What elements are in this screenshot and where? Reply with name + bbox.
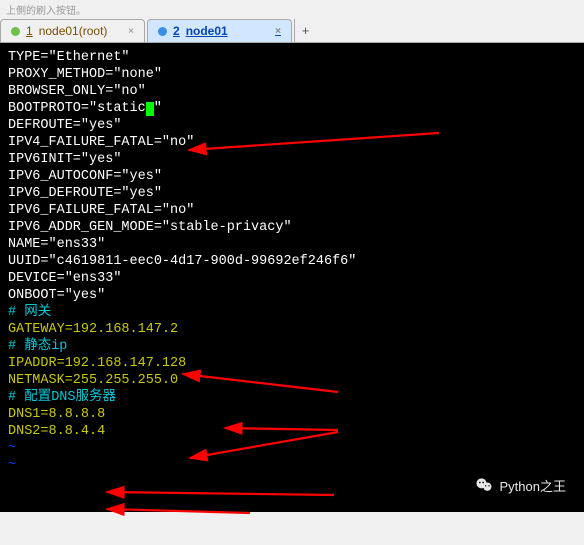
terminal-text: NETMASK=255.255.255.0: [8, 373, 178, 388]
terminal-line: TYPE="Ethernet": [8, 49, 576, 66]
terminal-text: # 网关: [8, 305, 51, 320]
terminal-line: UUID="c4619811-eec0-4d17-900d-99692ef246…: [8, 253, 576, 270]
terminal-text: DEVICE="ens33": [8, 271, 121, 286]
watermark: Python之王: [474, 475, 566, 495]
terminal-text: DEFROUTE="yes": [8, 118, 121, 133]
terminal-line: IPV4_FAILURE_FATAL="no": [8, 134, 576, 151]
terminal-text: IPADDR=192.168.147.128: [8, 356, 186, 371]
terminal-line: # 网关: [8, 304, 576, 321]
terminal-line: # 静态ip: [8, 338, 576, 355]
tab-node01-root[interactable]: 1 node01(root) ×: [0, 19, 145, 42]
close-icon[interactable]: ×: [275, 26, 281, 37]
terminal-text: IPV4_FAILURE_FATAL="no": [8, 135, 194, 150]
status-dot-icon: [11, 27, 20, 36]
terminal-line: NETMASK=255.255.255.0: [8, 372, 576, 389]
terminal-text: UUID="c4619811-eec0-4d17-900d-99692ef246…: [8, 254, 356, 269]
tab-index: 1: [26, 24, 33, 38]
terminal-text: IPV6_AUTOCONF="yes": [8, 169, 162, 184]
terminal-line: IPV6_ADDR_GEN_MODE="stable-privacy": [8, 219, 576, 236]
terminal-text: # 静态ip: [8, 339, 67, 354]
terminal-line: BROWSER_ONLY="no": [8, 83, 576, 100]
terminal-line: ONBOOT="yes": [8, 287, 576, 304]
terminal-line: BOOTPROTO="static ": [8, 100, 576, 117]
terminal-line: IPV6_DEFROUTE="yes": [8, 185, 576, 202]
new-tab-button[interactable]: +: [294, 19, 316, 42]
close-icon[interactable]: ×: [128, 26, 134, 37]
terminal-output[interactable]: TYPE="Ethernet" PROXY_METHOD="none" BROWSE…: [0, 43, 584, 512]
terminal-text: IPV6_DEFROUTE="yes": [8, 186, 162, 201]
terminal-line: GATEWAY=192.168.147.2: [8, 321, 576, 338]
terminal-line: ~: [8, 457, 576, 474]
terminal-line: NAME="ens33": [8, 236, 576, 253]
terminal-line: DEFROUTE="yes": [8, 117, 576, 134]
terminal-line: DNS1=8.8.8.8: [8, 406, 576, 423]
terminal-text: DNS2=8.8.4.4: [8, 424, 105, 439]
window-caption: 上側的刷入按钮。: [0, 0, 584, 19]
tab-label: node01: [186, 24, 228, 38]
wechat-icon: [474, 475, 494, 495]
terminal-line: # 配置DNS服务器: [8, 389, 576, 406]
terminal-text: DNS1=8.8.8.8: [8, 407, 105, 422]
terminal-text: IPV6INIT="yes": [8, 152, 121, 167]
terminal-text: GATEWAY=192.168.147.2: [8, 322, 178, 337]
terminal-line: IPV6_FAILURE_FATAL="no": [8, 202, 576, 219]
terminal-text: ~: [8, 458, 16, 473]
tab-node01[interactable]: 2 node01 ×: [147, 19, 292, 42]
terminal-text: ~: [8, 441, 16, 456]
terminal-line: IPV6INIT="yes": [8, 151, 576, 168]
terminal-text: BOOTPROTO="static: [8, 101, 146, 116]
terminal-text: NAME="ens33": [8, 237, 105, 252]
terminal-text: IPV6_ADDR_GEN_MODE="stable-privacy": [8, 220, 292, 235]
cursor-block: [146, 102, 154, 116]
watermark-label: Python之王: [500, 476, 566, 495]
terminal-line: IPV6_AUTOCONF="yes": [8, 168, 576, 185]
terminal-text: ONBOOT="yes": [8, 288, 105, 303]
tab-bar: 1 node01(root) × 2 node01 × +: [0, 19, 584, 43]
terminal-line: DEVICE="ens33": [8, 270, 576, 287]
terminal-line: PROXY_METHOD="none": [8, 66, 576, 83]
terminal-text: PROXY_METHOD="none": [8, 67, 162, 82]
status-dot-icon: [158, 27, 167, 36]
terminal-text: TYPE="Ethernet": [8, 50, 130, 65]
terminal-line: ~: [8, 440, 576, 457]
tab-label: node01(root): [39, 24, 108, 38]
tab-index: 2: [173, 24, 180, 38]
terminal-text: ": [154, 101, 162, 116]
terminal-line: DNS2=8.8.4.4: [8, 423, 576, 440]
terminal-text: IPV6_FAILURE_FATAL="no": [8, 203, 194, 218]
terminal-line: IPADDR=192.168.147.128: [8, 355, 576, 372]
terminal-text: BROWSER_ONLY="no": [8, 84, 146, 99]
terminal-text: # 配置DNS服务器: [8, 390, 116, 405]
